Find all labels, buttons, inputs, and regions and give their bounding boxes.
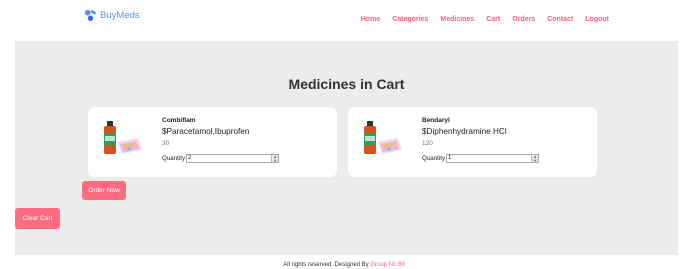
pills-icon — [84, 9, 96, 22]
nav-medicines[interactable]: Medicines — [440, 16, 474, 23]
quantity-value: 1 — [448, 155, 452, 161]
cart-panel: Medicines in Cart Combiflam $Paracetamol… — [15, 41, 678, 255]
footer-link[interactable]: Group No 69 — [370, 262, 404, 268]
cart-item-card: Bendaryl $Diphenhydramine HCl 120 Quanti… — [348, 107, 597, 177]
quantity-stepper[interactable]: 1 ▲ ▼ — [446, 154, 540, 163]
clear-cart-button[interactable]: Clear Cart — [15, 208, 60, 229]
footer: All rights reserved. Designed By Group N… — [0, 262, 688, 268]
nav-categories[interactable]: Categories — [392, 16, 428, 23]
quantity-label: Quantity — [422, 155, 446, 162]
navbar: BuyMeds Home Categories Medicines Cart O… — [0, 0, 688, 41]
nav-cart[interactable]: Cart — [486, 16, 500, 23]
spinner-arrows-icon[interactable]: ▲ ▼ — [271, 155, 279, 162]
brand-name: BuyMeds — [100, 10, 140, 21]
footer-text: All rights reserved. Designed By — [283, 262, 371, 268]
order-now-button[interactable]: Order Now — [82, 181, 126, 200]
medicine-price: 30 — [162, 140, 170, 147]
cart-item-details: Combiflam $Paracetamol,Ibuprofen 30 Quan… — [162, 117, 332, 163]
quantity-row: Quantity 2 ▲ ▼ — [162, 154, 332, 163]
medicine-bottle-icon — [104, 121, 142, 154]
cart-item-card: Combiflam $Paracetamol,Ibuprofen 30 Quan… — [88, 107, 337, 177]
medicine-name: Combiflam — [162, 117, 196, 124]
nav-orders[interactable]: Orders — [512, 16, 535, 23]
spinner-arrows-icon[interactable]: ▲ ▼ — [531, 155, 539, 162]
medicine-bottle-icon — [364, 121, 402, 154]
quantity-stepper[interactable]: 2 ▲ ▼ — [186, 154, 280, 163]
page-title: Medicines in Cart — [288, 76, 405, 92]
nav-home[interactable]: Home — [361, 16, 380, 23]
nav-contact[interactable]: Contact — [547, 16, 573, 23]
quantity-label: Quantity — [162, 155, 186, 162]
brand[interactable]: BuyMeds — [84, 9, 140, 22]
medicine-generic: $Diphenhydramine HCl — [422, 127, 507, 136]
quantity-value: 2 — [188, 155, 192, 161]
medicine-generic: $Paracetamol,Ibuprofen — [162, 127, 250, 136]
cart-item-details: Bendaryl $Diphenhydramine HCl 120 Quanti… — [422, 117, 592, 163]
nav-logout[interactable]: Logout — [585, 16, 609, 23]
medicine-name: Bendaryl — [422, 117, 450, 124]
quantity-row: Quantity 1 ▲ ▼ — [422, 154, 592, 163]
medicine-price: 120 — [422, 140, 433, 147]
nav-links: Home Categories Medicines Cart Orders Co… — [349, 16, 609, 23]
